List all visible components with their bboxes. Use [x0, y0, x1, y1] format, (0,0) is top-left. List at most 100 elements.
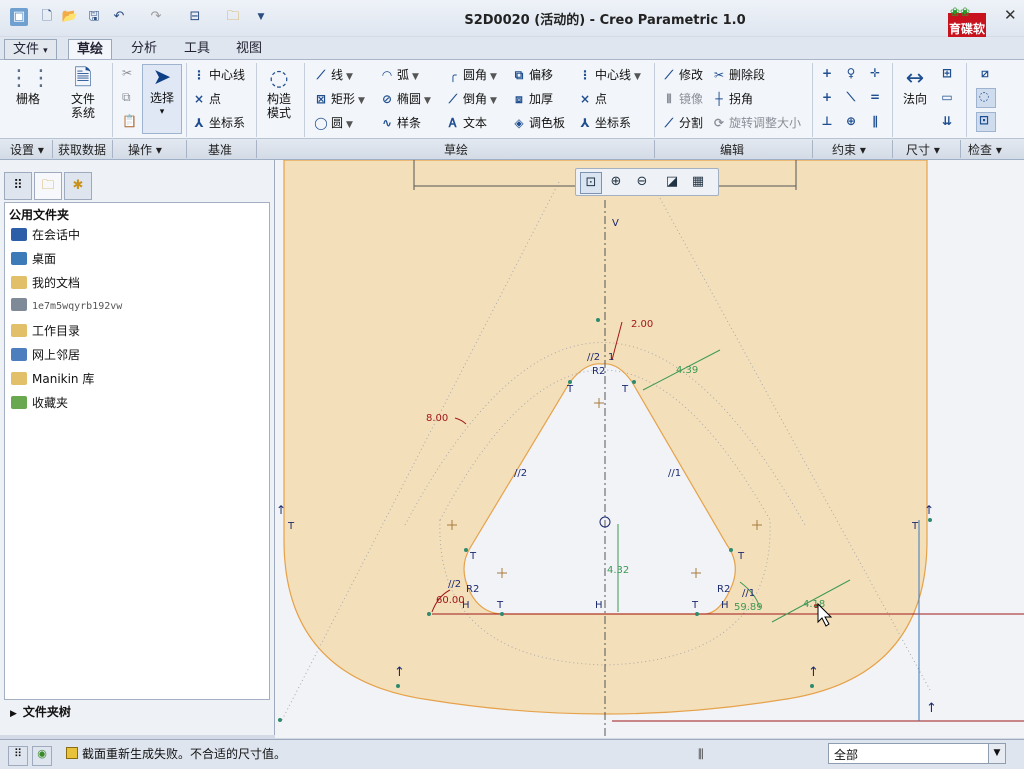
parallel-constraint-label[interactable]: //1: [742, 588, 755, 599]
mirror-button[interactable]: ⫴ 镜像: [662, 90, 703, 107]
baseline-icon[interactable]: ⇊: [940, 114, 957, 128]
tangent-constraint-label[interactable]: T: [496, 600, 504, 611]
radius-label[interactable]: R2: [717, 584, 730, 595]
circle-button[interactable]: ◯ 圆 ▼: [314, 114, 353, 131]
perimeter-icon[interactable]: ⊞: [940, 66, 957, 80]
group-constrain[interactable]: 约束 ▾: [832, 141, 866, 158]
parallel-constraint-label[interactable]: //1: [668, 468, 681, 479]
tab-tools[interactable]: 工具: [176, 39, 218, 58]
shade-closed-loops-icon[interactable]: ⊡: [976, 112, 996, 132]
dimension-angle-60[interactable]: 60.00: [436, 595, 465, 606]
constraint-vertical-button[interactable]: +: [820, 66, 837, 80]
cut-icon[interactable]: ✂: [122, 66, 132, 80]
palette-button[interactable]: ◈ 调色板: [512, 114, 565, 131]
selection-filter-icon[interactable]: ⫼: [698, 747, 704, 762]
selection-filter-dropdown[interactable]: 全部 ▼: [828, 743, 1006, 764]
vertex[interactable]: [427, 612, 431, 616]
vertex[interactable]: [729, 548, 733, 552]
vertex[interactable]: [500, 612, 504, 616]
dimension-angle-59-89[interactable]: 59.89: [734, 602, 763, 613]
horizontal-constraint-label[interactable]: H: [595, 600, 603, 611]
spline-button[interactable]: ∿ 样条: [380, 114, 421, 131]
folder-manikin-library[interactable]: Manikin 库: [11, 370, 94, 387]
radius-label[interactable]: R2: [466, 584, 479, 595]
dimension-8-00[interactable]: 8.00: [426, 413, 448, 424]
tangent-constraint-label[interactable]: T: [469, 551, 477, 562]
datum-point-button[interactable]: × 点: [192, 90, 221, 107]
tab-analysis[interactable]: 分析: [123, 39, 165, 58]
sketch-coordsys-button[interactable]: ⅄ 坐标系: [578, 114, 631, 131]
constraint-tangent-button[interactable]: ♀: [844, 66, 861, 80]
constraint-perpendicular-button[interactable]: ⊥: [820, 114, 837, 128]
vertex[interactable]: [810, 684, 814, 688]
overlapping-icon[interactable]: ⧄: [978, 66, 995, 81]
zoom-in-icon[interactable]: ⊕: [606, 172, 626, 192]
folder-tree-toggle[interactable]: ▶ 文件夹树: [4, 703, 268, 725]
folder-desktop[interactable]: 桌面: [11, 250, 56, 267]
tangent-constraint-label[interactable]: T: [911, 521, 919, 532]
constraint-horizontal-button[interactable]: +: [820, 90, 837, 104]
datum-coordsys-button[interactable]: ⅄ 坐标系: [192, 114, 245, 131]
constraint-parallel-button[interactable]: ∥: [868, 114, 885, 128]
tab-file[interactable]: 文件 ▾: [4, 39, 57, 60]
toggle-browser-icon[interactable]: ◉: [32, 746, 52, 766]
graphics-window[interactable]: V T T T T T T T T H H H //2 //1 //2 1 //…: [275, 160, 1024, 738]
copy-icon[interactable]: ⧉: [122, 90, 131, 105]
model-tree-tab[interactable]: ⠿: [4, 172, 32, 200]
tangent-constraint-label[interactable]: T: [287, 521, 295, 532]
group-inspect[interactable]: 检查 ▾: [968, 141, 1002, 158]
tab-view[interactable]: 视图: [228, 39, 270, 58]
folder-network[interactable]: 网上邻居: [11, 346, 80, 363]
sketch-centerline-button[interactable]: ⋮ 中心线 ▼: [578, 66, 641, 83]
parallel-constraint-label[interactable]: //2: [587, 352, 600, 363]
arc-button[interactable]: ◠ 弧 ▼: [380, 66, 419, 83]
folder-browser-tab[interactable]: 🗀: [34, 172, 62, 200]
offset-button[interactable]: ⧉ 偏移: [512, 66, 553, 83]
display-style-icon[interactable]: ▦: [688, 172, 708, 192]
constraint-coincident-button[interactable]: ⟍: [844, 90, 861, 105]
constraint-symmetric-button[interactable]: ⊕: [844, 114, 861, 128]
construction-mode-button[interactable]: ◌ 构造模式: [262, 66, 296, 120]
line-button[interactable]: ⟋ 线 ▼: [314, 66, 353, 83]
vertex[interactable]: [596, 318, 600, 322]
group-dimension[interactable]: 尺寸 ▾: [906, 141, 940, 158]
radius-label[interactable]: R2: [592, 366, 605, 377]
horizontal-constraint-label[interactable]: H: [721, 600, 729, 611]
paste-icon[interactable]: 📋: [122, 114, 137, 128]
delete-segment-button[interactable]: ✂ 删除段: [712, 66, 765, 83]
tangent-constraint-label[interactable]: T: [691, 600, 699, 611]
rectangle-button[interactable]: ⊠ 矩形 ▼: [314, 90, 365, 107]
dimension-4-32[interactable]: 4.32: [607, 565, 629, 576]
vertical-constraint-label[interactable]: V: [612, 218, 619, 229]
zoom-out-icon[interactable]: ⊖: [632, 172, 652, 192]
vertex[interactable]: [396, 684, 400, 688]
folder-my-documents[interactable]: 我的文档: [11, 274, 80, 291]
refit-icon[interactable]: ⊡: [580, 172, 602, 194]
tangent-constraint-label[interactable]: T: [621, 384, 629, 395]
folder-computer[interactable]: 1e7m5wqyrb192vw: [11, 298, 122, 312]
chamfer-button[interactable]: ⟋ 倒角 ▼: [446, 90, 497, 107]
corner-button[interactable]: ┼ 拐角: [712, 90, 753, 107]
folder-working-directory[interactable]: 工作目录: [11, 322, 80, 339]
select-button[interactable]: ➤ 选择 ▾: [142, 64, 182, 134]
group-setup[interactable]: 设置 ▾: [10, 141, 44, 158]
thicken-button[interactable]: ⧈ 加厚: [512, 90, 553, 107]
vertex[interactable]: [632, 380, 636, 384]
folder-in-session[interactable]: 在会话中: [11, 226, 80, 243]
folder-favorites[interactable]: 收藏夹: [11, 394, 68, 411]
rotate-resize-button[interactable]: ⟳ 旋转调整大小: [712, 114, 801, 131]
group-operations[interactable]: 操作 ▾: [128, 141, 162, 158]
highlight-open-ends-icon[interactable]: ◌: [976, 88, 996, 108]
file-system-button[interactable]: 🗎 文件系统: [62, 66, 104, 120]
toggle-navigator-icon[interactable]: ⠿: [8, 746, 28, 766]
vertex[interactable]: [278, 718, 282, 722]
vertex[interactable]: [464, 548, 468, 552]
close-icon[interactable]: ✕: [1004, 6, 1017, 24]
text-button[interactable]: Ꭺ 文本: [446, 114, 487, 131]
vertex[interactable]: [695, 612, 699, 616]
favorites-tab[interactable]: ✱: [64, 172, 92, 200]
tangent-constraint-label[interactable]: T: [566, 384, 574, 395]
ellipse-button[interactable]: ⊘ 椭圆 ▼: [380, 90, 431, 107]
sketch-canvas[interactable]: V T T T T T T T T H H H //2 //1 //2 1 //…: [275, 160, 1024, 738]
tangent-constraint-label[interactable]: T: [737, 551, 745, 562]
